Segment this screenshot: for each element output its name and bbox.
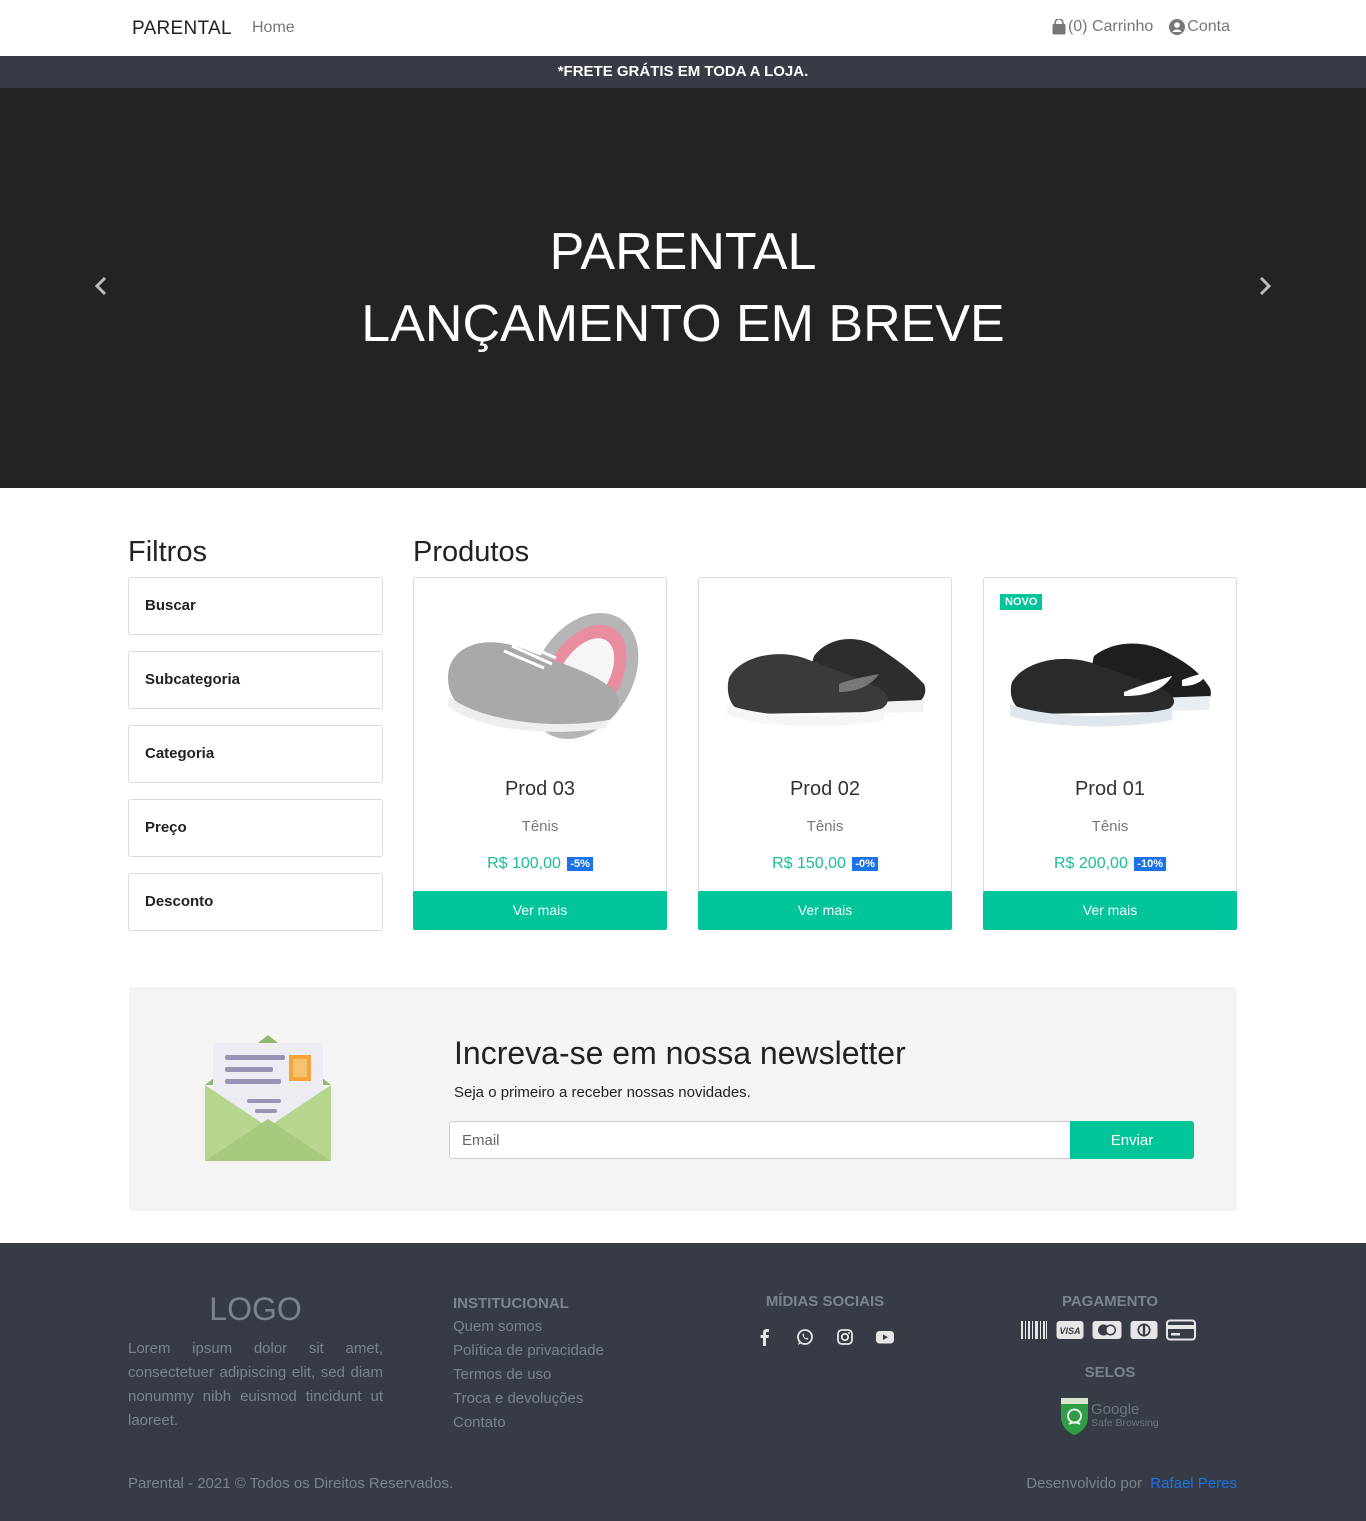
product-price: R$ 100,00 xyxy=(487,855,561,872)
mastercard-icon xyxy=(1092,1320,1122,1345)
shopping-bag-icon xyxy=(1052,19,1066,35)
view-more-button[interactable]: Ver mais xyxy=(983,891,1237,930)
seal-text-safe-browsing: Safe Browsing xyxy=(1091,1417,1159,1429)
facebook-icon[interactable] xyxy=(755,1327,775,1347)
footer-logo: LOGO xyxy=(209,1291,302,1327)
payment-icons: VISA xyxy=(1020,1319,1196,1346)
filter-preco[interactable]: Preço xyxy=(128,799,383,857)
product-image[interactable] xyxy=(1004,596,1216,756)
discount-badge: -5% xyxy=(567,857,593,871)
email-input[interactable] xyxy=(449,1121,1071,1159)
product-price-row: R$ 150,00 -0% xyxy=(699,855,951,873)
product-card: Prod 02 Tênis R$ 150,00 -0% Ver mais xyxy=(698,577,952,930)
link-quem-somos[interactable]: Quem somos xyxy=(453,1315,604,1339)
institucional-heading: INSTITUCIONAL xyxy=(453,1295,569,1312)
link-politica-privacidade[interactable]: Política de privacidade xyxy=(453,1339,604,1363)
developer-link[interactable]: Rafael Peres xyxy=(1150,1475,1237,1492)
discount-badge: -0% xyxy=(852,857,878,871)
nav-right: (0) Carrinho Conta xyxy=(1052,18,1230,36)
user-circle-icon xyxy=(1169,19,1186,35)
link-contato[interactable]: Contato xyxy=(453,1411,604,1435)
product-category: Tênis xyxy=(1091,818,1129,835)
seals-heading: SELOS xyxy=(1084,1364,1136,1381)
filter-subcategoria[interactable]: Subcategoria xyxy=(128,651,383,709)
hero-line-2: LANÇAMENTO EM BREVE xyxy=(361,295,1005,353)
filter-buscar[interactable]: Buscar xyxy=(128,577,383,635)
youtube-icon[interactable] xyxy=(875,1327,895,1347)
brand-logo[interactable]: PARENTAL xyxy=(132,18,232,40)
hero-carousel: PARENTAL LANÇAMENTO EM BREVE xyxy=(0,88,1366,488)
nav-home-link[interactable]: Home xyxy=(252,19,295,37)
instagram-icon[interactable] xyxy=(835,1327,855,1347)
product-price: R$ 150,00 xyxy=(772,855,846,872)
account-link[interactable]: Conta xyxy=(1169,18,1230,36)
diners-icon xyxy=(1130,1320,1158,1345)
product-price-row: R$ 100,00 -5% xyxy=(414,855,666,873)
carousel-prev-icon[interactable] xyxy=(90,274,114,298)
product-card: Prod 03 Tênis R$ 100,00 -5% Ver mais xyxy=(413,577,667,930)
newsletter-title: Increva-se em nossa newsletter xyxy=(454,1035,906,1071)
whatsapp-icon[interactable] xyxy=(795,1327,815,1347)
announcement-bar: *FRETE GRÁTIS EM TODA A LOJA. xyxy=(0,56,1366,88)
filter-categoria[interactable]: Categoria xyxy=(128,725,383,783)
payment-heading: PAGAMENTO xyxy=(1061,1293,1159,1310)
google-safe-browsing-seal: Google Safe Browsing xyxy=(1058,1395,1164,1437)
product-image[interactable] xyxy=(719,596,931,756)
link-termos-de-uso[interactable]: Termos de uso xyxy=(453,1363,604,1387)
cart-link[interactable]: (0) Carrinho xyxy=(1052,18,1153,36)
filters-title: Filtros xyxy=(128,536,207,568)
institucional-links: Quem somos Política de privacidade Termo… xyxy=(453,1315,604,1435)
visa-icon: VISA xyxy=(1056,1320,1084,1345)
product-category: Tênis xyxy=(806,818,844,835)
seal-text-google: Google xyxy=(1091,1401,1140,1418)
credit-card-icon xyxy=(1166,1319,1196,1346)
footer-description: Lorem ipsum dolor sit amet, consectetuer… xyxy=(128,1340,383,1429)
product-price-row: R$ 200,00 -10% xyxy=(984,855,1236,873)
hero-line-1: PARENTAL xyxy=(549,223,817,281)
products-title: Produtos xyxy=(413,536,530,568)
product-name[interactable]: Prod 02 xyxy=(699,778,951,801)
account-label: Conta xyxy=(1187,18,1230,35)
filter-desconto[interactable]: Desconto xyxy=(128,873,383,931)
cart-label: (0) Carrinho xyxy=(1067,18,1154,35)
carousel-next-icon[interactable] xyxy=(1252,274,1276,298)
send-button[interactable]: Enviar xyxy=(1070,1121,1194,1159)
product-price: R$ 200,00 xyxy=(1054,855,1128,872)
view-more-button[interactable]: Ver mais xyxy=(413,891,667,930)
link-troca-devolucoes[interactable]: Troca e devoluções xyxy=(453,1387,604,1411)
newsletter-subtitle: Seja o primeiro a receber nossas novidad… xyxy=(454,1084,751,1101)
product-name[interactable]: Prod 01 xyxy=(984,778,1236,801)
barcode-icon xyxy=(1020,1320,1048,1345)
product-image[interactable] xyxy=(434,596,646,756)
discount-badge: -10% xyxy=(1134,857,1166,871)
envelope-icon xyxy=(203,1033,333,1165)
social-icons xyxy=(755,1327,895,1347)
navbar: PARENTAL Home (0) Carrinho Conta xyxy=(0,0,1366,56)
hero-title: PARENTAL LANÇAMENTO EM BREVE xyxy=(0,216,1366,360)
copyright: Parental - 2021 © Todos os Direitos Rese… xyxy=(128,1475,454,1492)
product-name[interactable]: Prod 03 xyxy=(414,778,666,801)
product-card: NOVO Prod 01 Tênis R$ 200,00 -10% Ver ma… xyxy=(983,577,1237,930)
developed-by-label: Desenvolvido por xyxy=(1026,1475,1143,1492)
product-category: Tênis xyxy=(521,818,559,835)
svg-text:VISA: VISA xyxy=(1059,1326,1080,1336)
newsletter-section: Increva-se em nossa newsletter Seja o pr… xyxy=(129,987,1237,1211)
footer: LOGO Lorem ipsum dolor sit amet, consect… xyxy=(0,1243,1366,1521)
view-more-button[interactable]: Ver mais xyxy=(698,891,952,930)
social-heading: MÍDIAS SOCIAIS xyxy=(765,1293,885,1310)
developer-credit: Desenvolvido por Rafael Peres xyxy=(1026,1475,1237,1492)
